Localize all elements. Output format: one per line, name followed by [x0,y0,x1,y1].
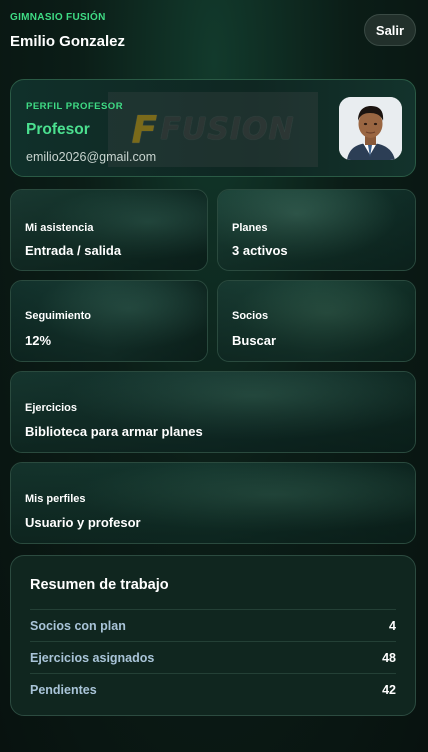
work-summary-card: Resumen de trabajo Socios con plan 4 Eje… [10,555,416,716]
tile-exercises-value: Biblioteca para armar planes [25,424,203,439]
tile-my-profiles-label: Mis perfiles [25,493,86,505]
summary-row-value: 4 [389,619,396,633]
tile-plans-label: Planes [232,222,268,234]
summary-row-pending: Pendientes 42 [30,673,396,705]
tile-attendance-label: Mi asistencia [25,222,94,234]
gym-name: GIMNASIO FUSIÓN [10,12,106,23]
summary-row-members-with-plan: Socios con plan 4 [30,609,396,641]
profile-kicker: PERFIL PROFESOR [26,101,124,112]
tile-plans-value: 3 activos [232,243,288,258]
logout-button[interactable]: Salir [364,14,416,46]
tile-attendance[interactable]: Mi asistencia Entrada / salida [10,189,208,271]
tile-members[interactable]: Socios Buscar [217,280,416,362]
tile-exercises-label: Ejercicios [25,402,77,414]
tile-attendance-value: Entrada / salida [25,243,122,258]
avatar-portrait [339,97,402,160]
tile-tracking[interactable]: Seguimiento 12% [10,280,208,362]
fusion-logo-letter: F [131,107,159,152]
summary-row-assigned-exercises: Ejercicios asignados 48 [30,641,396,673]
tile-tracking-label: Seguimiento [25,310,92,322]
summary-row-label: Ejercicios asignados [30,651,155,665]
avatar [339,97,402,160]
teacher-profile-card[interactable]: F FUSION PERFIL PROFESOR Profesor emilio… [10,79,416,177]
app-header: GIMNASIO FUSIÓN Emilio Gonzalez Salir [10,12,416,52]
user-name: Emilio Gonzalez [10,33,126,50]
tile-my-profiles[interactable]: Mis perfiles Usuario y profesor [10,462,416,544]
fusion-logo-text: FUSION [160,112,295,147]
tile-tracking-value: 12% [25,333,52,348]
tile-my-profiles-value: Usuario y profesor [25,515,141,530]
summary-row-value: 48 [382,651,396,665]
tile-members-label: Socios [232,310,269,322]
tile-exercises[interactable]: Ejercicios Biblioteca para armar planes [10,371,416,453]
tile-plans[interactable]: Planes 3 activos [217,189,416,271]
profile-role: Profesor [26,121,90,138]
work-summary-title: Resumen de trabajo [30,577,169,593]
tile-members-value: Buscar [232,333,277,348]
summary-row-label: Socios con plan [30,619,126,633]
summary-row-label: Pendientes [30,683,97,697]
summary-row-value: 42 [382,683,396,697]
profile-email: emilio2026@gmail.com [26,150,157,164]
